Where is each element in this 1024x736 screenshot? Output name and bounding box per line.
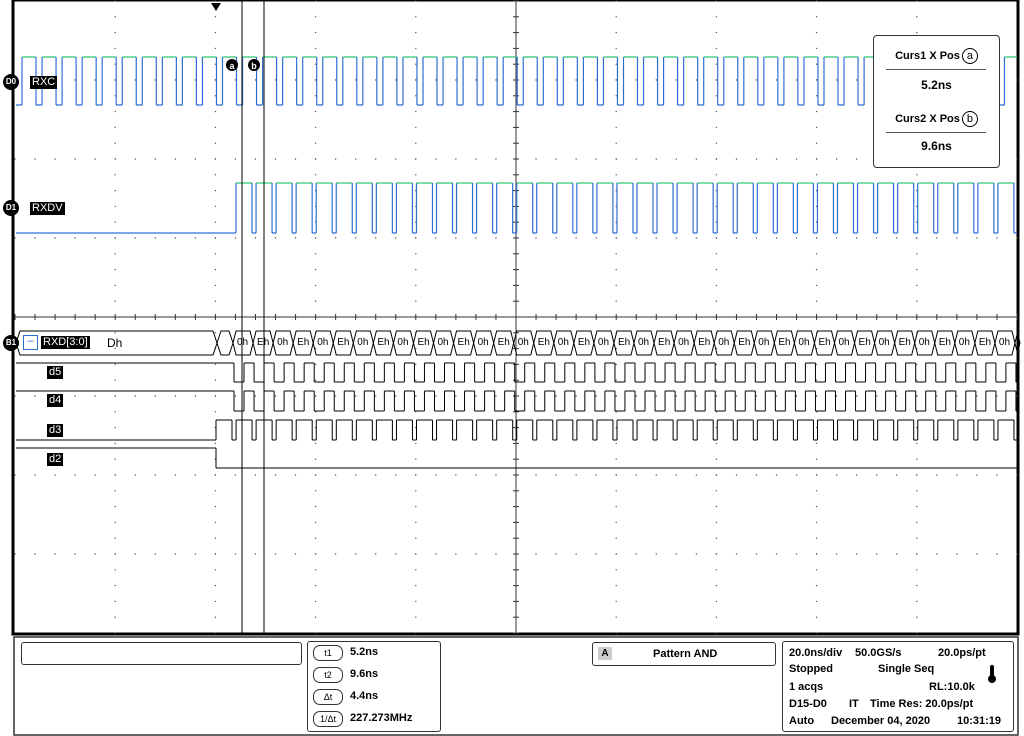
meas-value-delta-t: 4.4ns [350,690,379,702]
curs1-title-row: Curs1 X Pos a [874,48,999,64]
bus-value-31: Eh [858,337,871,348]
d0-channel-badge[interactable]: D0 [3,74,19,90]
empty-readout-box[interactable] [21,642,302,665]
curs2-title: Curs2 X Pos [895,113,960,125]
bus-value-28: 0h [798,337,810,348]
bus-value-25: Eh [738,337,751,348]
bus-value-1: Eh [257,337,270,348]
bus-value-6: 0h [357,337,369,348]
bus-value-14: 0h [517,337,529,348]
bus-value-29: Eh [818,337,831,348]
b1-bus-badge[interactable]: B1 [3,335,19,351]
meas-value-t2: 9.6ns [350,668,379,680]
meas-label-freq: 1/Δt [313,711,343,727]
bus-value-15: Eh [537,337,550,348]
thermometer-bulb [988,675,996,683]
bus-value-0: 0h [237,337,249,348]
cursor-readout-panel[interactable]: Curs1 X Pos a 5.2ns Curs2 X Pos b 9.6ns [873,35,1000,168]
trigger-mode: Auto [789,715,815,727]
curs2-value: 9.6ns [921,139,952,153]
curs1-value: 5.2ns [921,78,952,92]
curs1-divider [886,69,986,70]
bus-label: RXD[3:0] [41,336,90,349]
rxdv-channel-label: RXDV [30,202,65,215]
bus-value-32: 0h [878,337,890,348]
curs2-symbol-icon: b [961,111,978,127]
time-resolution: Time Res: 20.0ps/pt [870,698,974,710]
meas-label-delta-t: Δt [313,689,343,705]
bus-value-24: 0h [718,337,730,348]
trigger-type: Pattern AND [653,648,718,660]
bus-value-16: 0h [557,337,569,348]
bus-collapse-button[interactable]: – [23,335,38,350]
bus-value-20: 0h [638,337,650,348]
bus-value-4: 0h [317,337,329,348]
curs1-title: Curs1 X Pos [895,50,960,62]
bus-value-7: Eh [377,337,390,348]
bus-value-37: Eh [978,337,992,348]
bit-d3-label: d3 [47,424,64,437]
waveform-display[interactable]: a b [0,0,1024,736]
acq-mode: Single Seq [878,663,935,675]
bus-value-2: 0h [277,337,289,348]
bus-value-35: Eh [938,337,951,348]
acq-date: December 04, 2020 [831,715,931,727]
cursor-measurement-panel[interactable]: t1 5.2ns t2 9.6ns Δt 4.4ns 1/Δt 227.273M… [307,641,441,732]
meas-value-freq: 227.273MHz [350,712,413,724]
trigger-panel[interactable]: A Pattern AND [592,642,776,666]
bus-value-21: Eh [658,337,671,348]
bit-d2-label: d2 [47,453,64,466]
acq-count: 1 acqs [789,681,824,693]
channel-range: D15-D0 [789,698,827,710]
bus-value-33: Eh [898,337,911,348]
bus-value-3: Eh [297,337,310,348]
meas-label-t1: t1 [313,645,343,661]
bit-d5-label: d5 [47,366,64,379]
bus-value-38: 0h [998,337,1011,348]
bus-value-5: Eh [337,337,350,348]
bus-current-value: Dh [107,336,123,350]
bus-value-26: 0h [758,337,770,348]
bus-value-18: 0h [597,337,610,348]
curs1-symbol-icon: a [961,48,978,64]
bus-value-13: Eh [497,337,510,348]
bus-value-34: 0h [918,337,930,348]
record-length: RL:10.0k [929,681,975,693]
bus-value-36: 0h [958,337,970,348]
acq-state: Stopped [789,663,833,675]
meas-value-t1: 5.2ns [350,646,379,658]
bus-value-10: 0h [437,337,449,348]
bus-value-9: Eh [417,337,430,348]
it-mode: IT [849,698,859,710]
cursor-b-marker-label: b [251,61,257,71]
bus-value-12: 0h [477,337,489,348]
oscilloscope-screen: a b D0 RXC D1 RXDV B1 – RXD[3:0] Dh 0h Eh… [0,0,1024,736]
sample-rate: 50.0GS/s [855,647,902,659]
bit-d4-label: d4 [47,394,64,407]
acquisition-status-panel[interactable]: 20.0ns/div 50.0GS/s 20.0ps/pt Stopped Si… [782,641,1014,732]
bus-value-30: 0h [838,337,850,348]
bus-value-8: 0h [397,337,409,348]
d1-channel-badge[interactable]: D1 [3,200,19,216]
curs2-title-row: Curs2 X Pos b [874,111,999,127]
bus-value-17: Eh [577,337,591,348]
bus-value-27: Eh [778,337,791,348]
bus-value-23: Eh [698,337,711,348]
bus-value-22: 0h [678,337,690,348]
bus-value-19: Eh [617,337,631,348]
trigger-a-badge: A [598,647,612,660]
curs2-divider [886,132,986,133]
meas-label-t2: t2 [313,667,343,683]
resolution: 20.0ps/pt [938,647,986,659]
timebase: 20.0ns/div [789,647,843,659]
bus-value-11: Eh [457,337,470,348]
rxc-channel-label: RXC [30,76,58,89]
acq-time: 10:31:19 [957,715,1002,727]
